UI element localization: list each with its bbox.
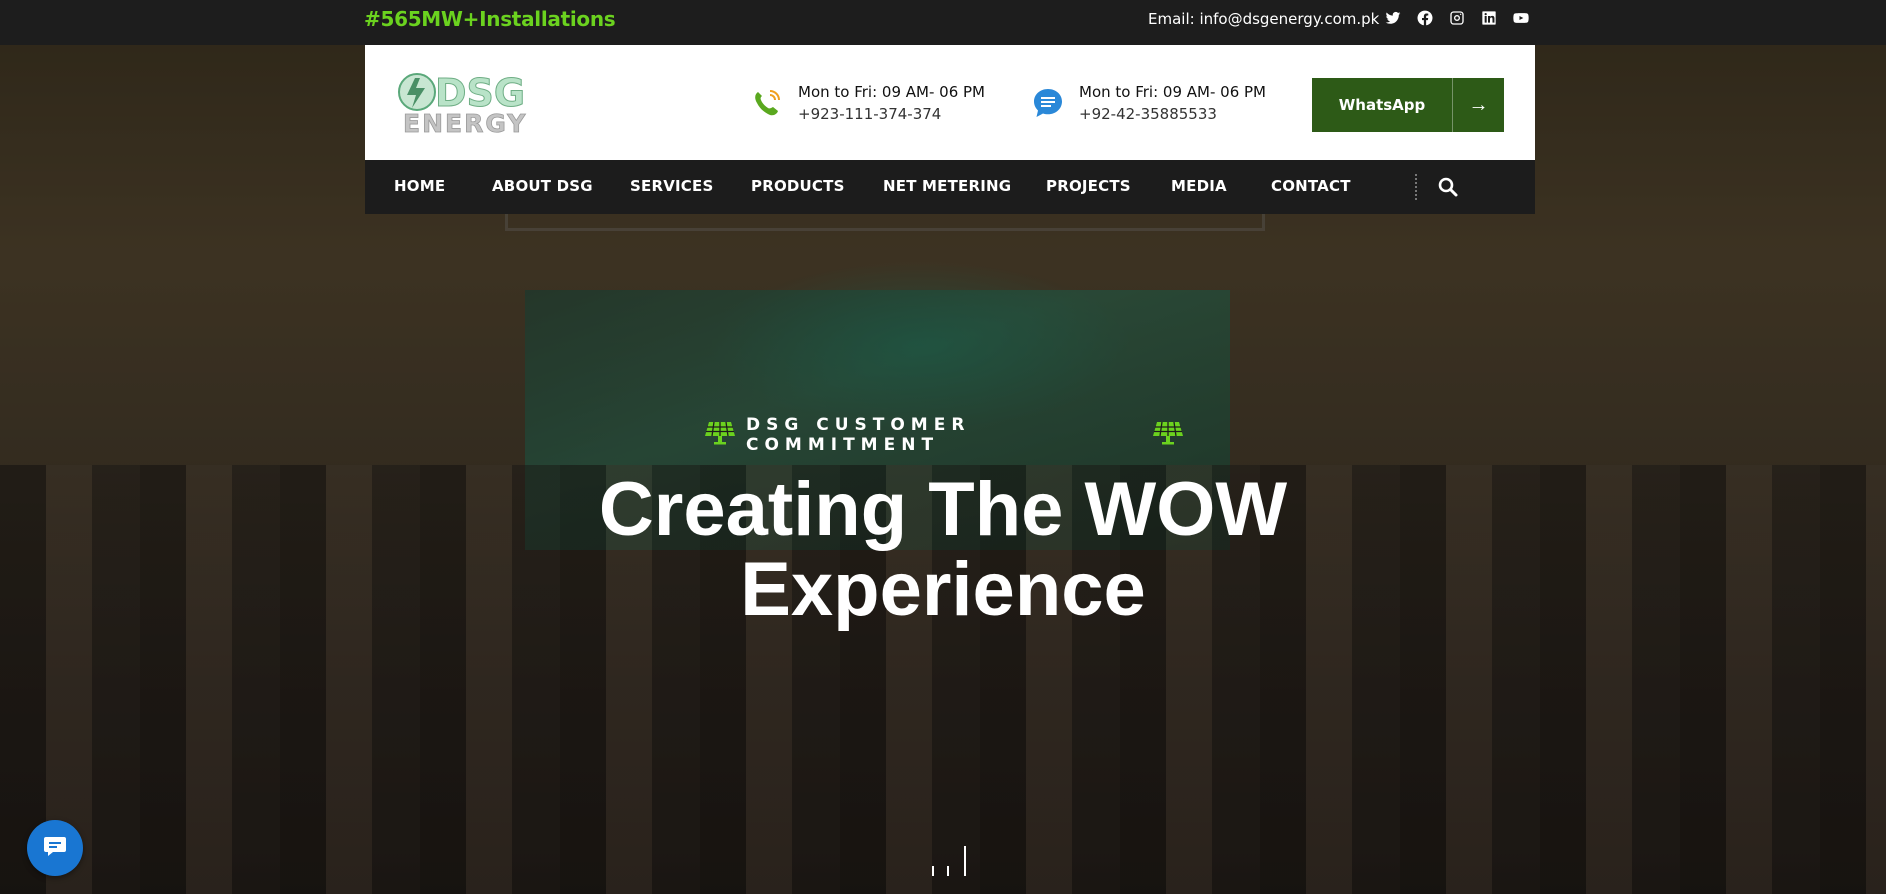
- hero-headline-line-2: Experience: [740, 547, 1146, 632]
- slide-indicator-active[interactable]: [964, 846, 966, 876]
- nav-item-home[interactable]: HOME: [394, 177, 445, 195]
- hero-headline: Creating The WOW Experience: [543, 470, 1343, 630]
- live-chat-button[interactable]: [27, 820, 83, 876]
- nav-item-contact[interactable]: CONTACT: [1271, 177, 1351, 195]
- contact-phone: Mon to Fri: 09 AM- 06 PM +923-111-374-37…: [750, 81, 985, 125]
- facebook-icon[interactable]: [1416, 9, 1434, 27]
- linkedin-icon[interactable]: [1480, 9, 1498, 27]
- social-links: [1384, 9, 1530, 27]
- chat-icon: [1031, 86, 1065, 120]
- nav-item-about[interactable]: ABOUT DSG: [492, 177, 593, 195]
- contact-landline: Mon to Fri: 09 AM- 06 PM +92-42-35885533: [1031, 81, 1266, 125]
- site-header: DSG ENERGY Mon to Fri: 09 AM- 06 PM +923…: [365, 45, 1535, 160]
- phone-hours: Mon to Fri: 09 AM- 06 PM: [798, 83, 985, 101]
- logo-bottom-text: ENERGY: [403, 109, 527, 136]
- nav-item-media[interactable]: MEDIA: [1171, 177, 1227, 195]
- slide-indicator[interactable]: [947, 866, 949, 876]
- arrow-right-icon: →: [1452, 78, 1504, 132]
- solar-panel-icon: [1152, 420, 1184, 451]
- whatsapp-button-label: WhatsApp: [1338, 96, 1426, 114]
- hero-tagline-text: DSG CUSTOMER COMMITMENT: [746, 415, 971, 455]
- main-nav: HOME ABOUT DSG SERVICES PRODUCTS NET MET…: [365, 160, 1535, 214]
- nav-item-services[interactable]: SERVICES: [630, 177, 713, 195]
- landline-number[interactable]: +92-42-35885533: [1079, 103, 1266, 125]
- hero-tagline: DSG CUSTOMER COMMITMENT: [704, 415, 1184, 455]
- slide-indicator[interactable]: [932, 866, 934, 876]
- solar-panel-icon: [704, 420, 736, 451]
- instagram-icon[interactable]: [1448, 9, 1466, 27]
- dsg-logo[interactable]: DSG ENERGY: [395, 70, 545, 138]
- whatsapp-button[interactable]: WhatsApp →: [1312, 78, 1504, 132]
- hero-headline-line-1: Creating The WOW: [598, 467, 1288, 552]
- slider-indicators: [932, 846, 972, 876]
- installations-banner: #565MW+Installations: [364, 7, 616, 31]
- email-link[interactable]: Email: info@dsgenergy.com.pk: [1148, 10, 1379, 28]
- nav-item-products[interactable]: PRODUCTS: [751, 177, 845, 195]
- landline-hours: Mon to Fri: 09 AM- 06 PM: [1079, 83, 1266, 101]
- nav-item-projects[interactable]: PROJECTS: [1046, 177, 1131, 195]
- twitter-icon[interactable]: [1384, 9, 1402, 27]
- phone-icon: [750, 86, 784, 120]
- nav-divider: [1415, 174, 1417, 200]
- phone-number[interactable]: +923-111-374-374: [798, 103, 985, 125]
- search-icon[interactable]: [1437, 176, 1459, 198]
- nav-item-net-metering[interactable]: NET METERING: [883, 177, 1011, 195]
- message-icon: [42, 833, 68, 864]
- youtube-icon[interactable]: [1512, 9, 1530, 27]
- top-bar: #565MW+Installations Email: info@dsgener…: [0, 0, 1886, 45]
